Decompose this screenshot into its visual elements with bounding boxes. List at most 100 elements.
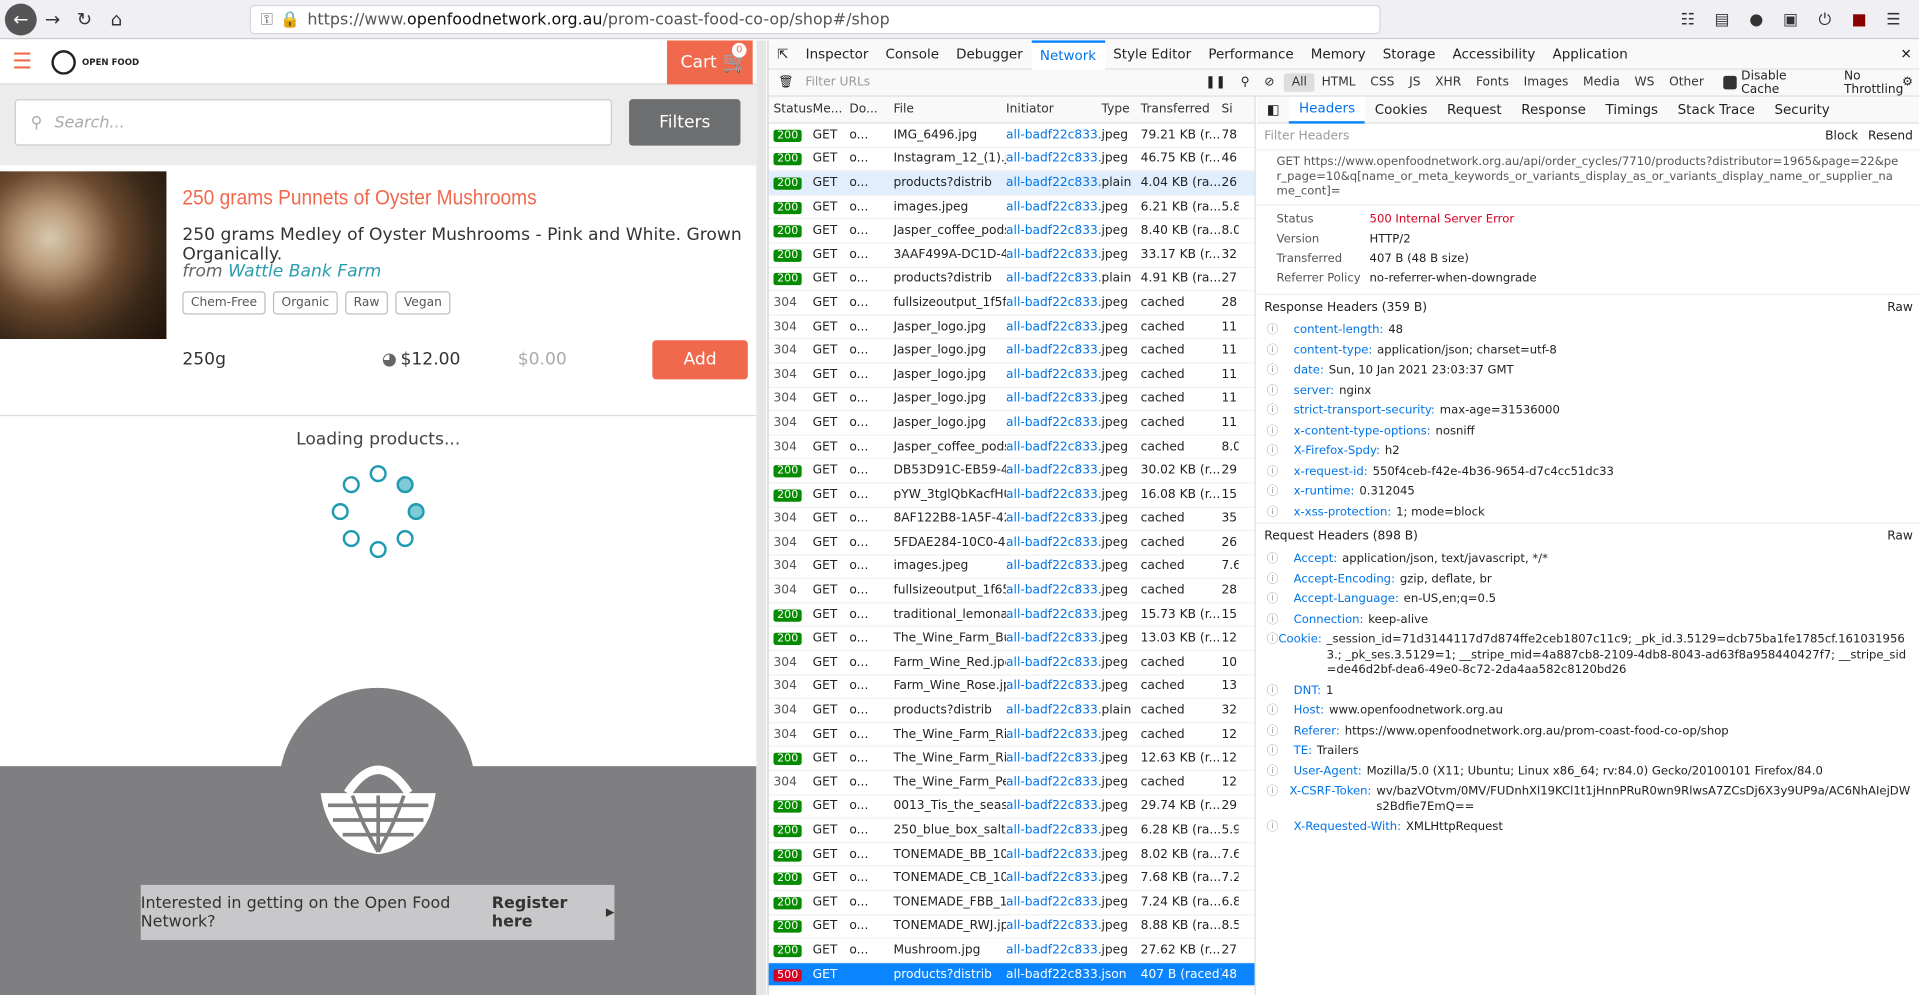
- help-icon[interactable]: ⓘ: [1267, 572, 1294, 587]
- help-icon[interactable]: ⓘ: [1267, 464, 1294, 479]
- menu-icon[interactable]: ☰: [1880, 5, 1907, 34]
- request-headers-section[interactable]: Request Headers (898 B) Raw: [1256, 522, 1919, 550]
- tab-network[interactable]: Network: [1031, 39, 1105, 70]
- account-icon[interactable]: ●: [1743, 5, 1770, 34]
- filter-headers-input[interactable]: Filter Headers Block Resend: [1256, 124, 1919, 151]
- product-image[interactable]: [0, 171, 167, 340]
- tab-storage[interactable]: Storage: [1374, 40, 1444, 69]
- extension-icon[interactable]: ▣: [1777, 5, 1804, 34]
- col-status[interactable]: Status: [769, 103, 813, 116]
- tag[interactable]: Raw: [345, 291, 388, 315]
- col-type[interactable]: Type: [1102, 103, 1141, 116]
- hamburger-icon[interactable]: ☰: [12, 51, 32, 73]
- table-row[interactable]: 304 GET o... images.jpeg all-badf22c833... jp…: [768, 555, 1255, 580]
- tab-debugger[interactable]: Debugger: [948, 40, 1032, 69]
- filter-js[interactable]: JS: [1402, 73, 1428, 91]
- close-icon[interactable]: ✕: [1892, 40, 1919, 69]
- table-row[interactable]: 304 GET o... The_Wine_Farm_Riesall-badf22c8…: [768, 723, 1255, 748]
- tab-timings[interactable]: Timings: [1596, 97, 1668, 123]
- help-icon[interactable]: ⓘ: [1267, 404, 1294, 419]
- table-row[interactable]: 200 GET o... DB53D91C-EB59-4D5all-badf22c83…: [768, 459, 1255, 484]
- table-row[interactable]: 200 GET o... TONEMADE_BB_100gall-badf22c833…: [768, 843, 1255, 868]
- tab-cookies[interactable]: Cookies: [1365, 97, 1437, 123]
- table-row[interactable]: 304 GET o... Jasper_logo.jpg all-badf22c833.…: [768, 411, 1255, 436]
- help-icon[interactable]: ⓘ: [1267, 613, 1294, 628]
- tab-stack-trace[interactable]: Stack Trace: [1668, 97, 1765, 123]
- ofn-logo[interactable]: OPEN FOOD: [51, 50, 139, 75]
- power-icon[interactable]: ⏻: [1811, 5, 1838, 34]
- table-row[interactable]: 304 GET o... Farm_Wine_Red.jpg all-badf22c83…: [768, 651, 1255, 676]
- help-icon[interactable]: ⓘ: [1267, 444, 1294, 459]
- filter-urls-input[interactable]: Filter URLs: [805, 76, 1144, 89]
- register-link[interactable]: Register here: [492, 894, 599, 931]
- help-icon[interactable]: ⓘ: [1267, 592, 1294, 607]
- table-row[interactable]: 200 GET o... 0013_Tis_the_seasonall-badf22c…: [768, 795, 1255, 820]
- pick-element-icon[interactable]: ⇱: [769, 40, 797, 69]
- table-row[interactable]: 200 GET o... products?distrib all-badf22c833…: [768, 267, 1255, 292]
- raw-toggle[interactable]: Raw: [1887, 301, 1913, 314]
- tab-accessibility[interactable]: Accessibility: [1444, 40, 1544, 69]
- help-icon[interactable]: ⓘ: [1267, 724, 1294, 739]
- table-row[interactable]: 200 GET o... images.jpeg all-badf22c833... jp…: [768, 196, 1255, 220]
- register-banner[interactable]: Interested in getting on the Open Food N…: [140, 884, 615, 940]
- table-row[interactable]: 200 GET o... 3AAF499A-DC1D-45Aall-badf22c83…: [768, 244, 1255, 268]
- resend-button[interactable]: Resend: [1868, 130, 1913, 143]
- col-file[interactable]: File: [893, 103, 1006, 116]
- help-icon[interactable]: ⓘ: [1267, 684, 1294, 699]
- table-row[interactable]: 200 GET o... TONEMADE_CB_100gall-badf22c833…: [768, 867, 1255, 891]
- table-row[interactable]: 200 GET o... pYW_3tglQbKacfH0pall-badf22c83…: [768, 483, 1255, 508]
- table-row[interactable]: 500 GET products?distrib all-badf22c833... j…: [768, 962, 1255, 987]
- table-row[interactable]: 304 GET o... Farm_Wine_Rose.jpg all-badf22c8…: [768, 675, 1255, 700]
- filter-other[interactable]: Other: [1662, 73, 1711, 91]
- help-icon[interactable]: ⓘ: [1267, 552, 1294, 567]
- tab-inspector[interactable]: Inspector: [797, 40, 877, 69]
- table-row[interactable]: 200 GET o... TONEMADE_FBB_100all-badf22c833…: [768, 891, 1255, 915]
- producer-link[interactable]: Wattle Bank Farm: [228, 262, 381, 282]
- disable-cache-checkbox[interactable]: Disable Cache: [1723, 69, 1824, 96]
- gear-icon[interactable]: ⚙: [1902, 76, 1913, 89]
- filter-css[interactable]: CSS: [1363, 73, 1402, 91]
- page-scrollbar[interactable]: [756, 40, 767, 995]
- filter-images[interactable]: Images: [1516, 73, 1575, 91]
- filter-media[interactable]: Media: [1576, 73, 1627, 91]
- table-row[interactable]: 200 GET o... 250_blue_box_salt.jpall-badf22…: [768, 819, 1255, 844]
- table-row[interactable]: 304 GET o... Jasper_logo.jpg all-badf22c833.…: [768, 315, 1255, 340]
- table-row[interactable]: 304 GET o... Jasper_logo.jpg all-badf22c833.…: [768, 339, 1255, 364]
- table-row[interactable]: 304 GET o... 8AF122B8-1A5F-42DIall-badf22c8…: [768, 507, 1255, 532]
- col-transferred[interactable]: Transferred: [1141, 103, 1222, 116]
- table-row[interactable]: 200 GET o... The_Wine_Farm_Riesall-badf22c8…: [768, 747, 1255, 772]
- col-initiator[interactable]: Initiator: [1006, 103, 1101, 116]
- back-icon[interactable]: ←: [4, 3, 37, 35]
- tab-console[interactable]: Console: [877, 40, 948, 69]
- search-input[interactable]: ⚲ Search...: [14, 99, 612, 146]
- cart-button[interactable]: Cart 🛒 0: [667, 40, 753, 85]
- filter-html[interactable]: HTML: [1314, 73, 1363, 91]
- tab-memory[interactable]: Memory: [1302, 40, 1374, 69]
- filter-fonts[interactable]: Fonts: [1469, 73, 1517, 91]
- tab-request[interactable]: Request: [1437, 97, 1511, 123]
- table-row[interactable]: 304 GET o... products?distrib all-badf22c833…: [768, 699, 1255, 724]
- help-icon[interactable]: ⓘ: [1267, 820, 1294, 835]
- filters-button[interactable]: Filters: [629, 99, 741, 146]
- help-icon[interactable]: ⓘ: [1267, 424, 1294, 439]
- block-icon[interactable]: ⊘: [1264, 76, 1274, 89]
- help-icon[interactable]: ⓘ: [1267, 764, 1294, 779]
- library-icon[interactable]: ☷: [1674, 5, 1701, 34]
- search-icon[interactable]: ⚲: [1241, 76, 1250, 89]
- help-icon[interactable]: ⓘ: [1267, 785, 1290, 816]
- help-icon[interactable]: ⓘ: [1267, 485, 1294, 500]
- table-row[interactable]: 304 GET o... 5FDAE284-10C0-487fall-badf22c8…: [768, 531, 1255, 556]
- sidebar-icon[interactable]: ▤: [1709, 5, 1736, 34]
- table-row[interactable]: 200 GET o... Jasper_coffee_pods.j all-badf22…: [768, 220, 1255, 244]
- tab-security[interactable]: Security: [1765, 97, 1840, 123]
- forward-icon[interactable]: →: [37, 3, 69, 35]
- table-row[interactable]: 304 GET o... Jasper_logo.jpg all-badf22c833.…: [768, 363, 1255, 388]
- raw-toggle[interactable]: Raw: [1887, 530, 1913, 543]
- home-icon[interactable]: ⌂: [100, 3, 132, 35]
- table-row[interactable]: 200 GET o... products?distrib all-badf22c833…: [768, 171, 1255, 196]
- help-icon[interactable]: ⓘ: [1267, 633, 1279, 679]
- col-size[interactable]: Si: [1221, 103, 1238, 116]
- help-icon[interactable]: ⓘ: [1267, 704, 1294, 719]
- tab-application[interactable]: Application: [1544, 40, 1636, 69]
- table-row[interactable]: 304 GET o... fullsizeoutput_1f65.jjall-badf…: [768, 579, 1255, 604]
